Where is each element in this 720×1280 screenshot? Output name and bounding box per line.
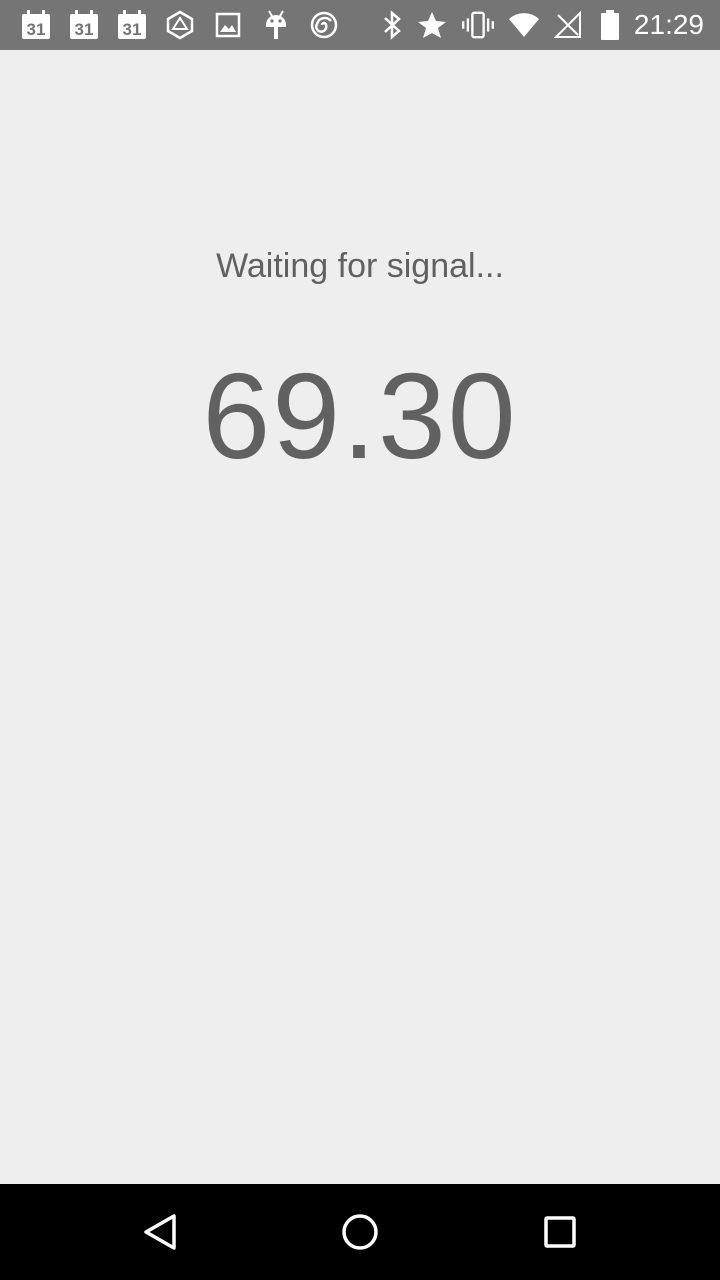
main-content: Waiting for signal... 69.30 <box>0 50 720 1184</box>
bluetooth-icon <box>376 9 408 41</box>
calendar-icon: 31 <box>68 9 100 41</box>
vibrate-icon <box>462 9 494 41</box>
home-icon <box>342 1214 378 1250</box>
android-debug-icon <box>260 9 292 41</box>
navigation-bar <box>0 1184 720 1280</box>
wifi-icon <box>508 9 540 41</box>
calendar-day-label: 31 <box>123 20 142 39</box>
reading-value: 69.30 <box>202 348 518 484</box>
ingress-icon <box>164 9 196 41</box>
home-button[interactable] <box>336 1208 384 1256</box>
star-icon <box>416 9 448 41</box>
spiral-icon <box>308 9 340 41</box>
back-icon <box>144 1214 176 1250</box>
recents-button[interactable] <box>536 1208 584 1256</box>
status-bar-clock: 21:29 <box>633 9 704 40</box>
battery-icon <box>594 9 626 41</box>
calendar-day-label: 31 <box>75 20 94 39</box>
recents-icon <box>544 1216 576 1248</box>
back-button[interactable] <box>136 1208 184 1256</box>
calendar-day-label: 31 <box>27 20 46 39</box>
calendar-icon: 31 <box>116 9 148 41</box>
status-bar: 31 31 31 21:29 <box>0 0 720 50</box>
calendar-icon: 31 <box>20 9 52 41</box>
image-icon <box>212 9 244 41</box>
no-signal-icon <box>552 9 584 41</box>
signal-status-text: Waiting for signal... <box>216 247 504 285</box>
